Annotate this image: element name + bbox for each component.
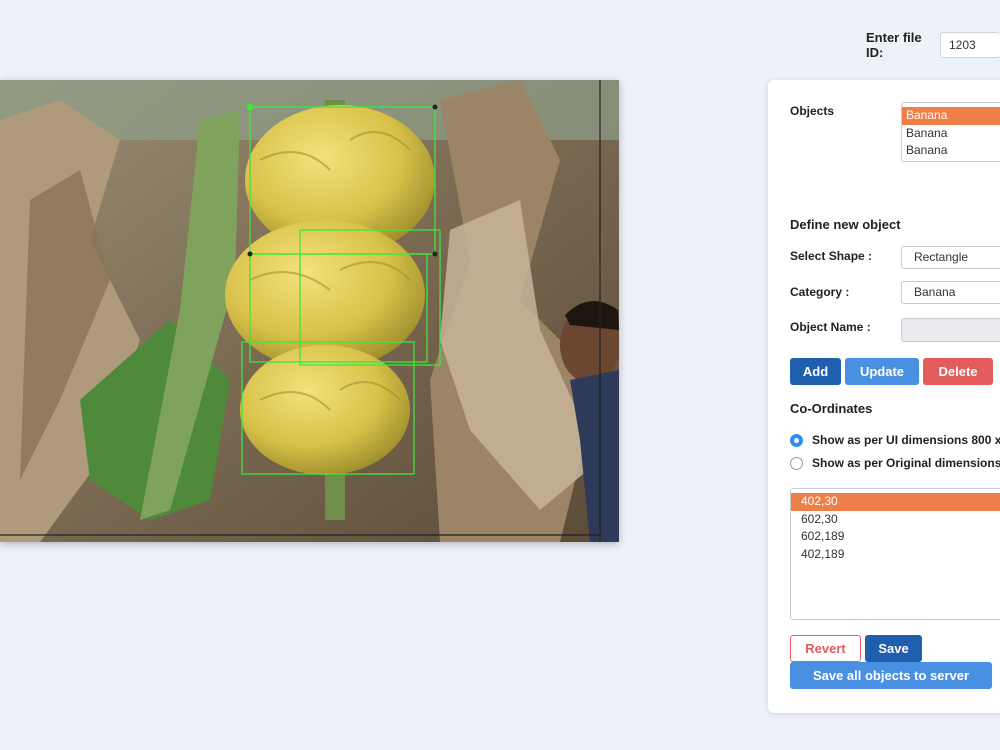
bbox-handle-tr xyxy=(432,104,438,110)
category-label: Category : xyxy=(790,285,850,299)
objects-list[interactable]: Banana Banana Banana xyxy=(901,102,1000,162)
object-name-input xyxy=(901,318,1000,342)
object-name-label: Object Name : xyxy=(790,320,871,334)
add-button[interactable]: Add xyxy=(790,358,841,385)
objects-label: Objects xyxy=(790,104,835,118)
coordinate-item[interactable]: 602,189 xyxy=(791,528,1000,546)
bbox-handle-br xyxy=(432,251,438,257)
radio-original-dimensions[interactable]: Show as per Original dimensions xyxy=(790,456,1000,470)
shape-select[interactable]: Rectangle xyxy=(901,246,1000,269)
delete-button[interactable]: Delete xyxy=(923,358,993,385)
radio-unchecked-icon[interactable] xyxy=(790,456,803,470)
radio-ui-dimensions[interactable]: Show as per UI dimensions 800 x xyxy=(790,433,1000,447)
define-object-heading: Define new object xyxy=(790,217,901,232)
bbox-handle-tl xyxy=(246,103,254,111)
image-scene xyxy=(0,80,619,542)
object-panel: Objects Banana Banana Banana Define new … xyxy=(768,80,1000,713)
save-all-button[interactable]: Save all objects to server xyxy=(790,662,992,689)
coordinate-item[interactable]: 402,30 xyxy=(791,493,1000,511)
shape-label: Select Shape : xyxy=(790,249,873,263)
update-button[interactable]: Update xyxy=(845,358,919,385)
object-list-item[interactable]: Banana xyxy=(902,125,1000,143)
radio-original-label: Show as per Original dimensions xyxy=(812,456,1000,470)
file-id-label: Enter file ID: xyxy=(866,30,922,60)
coordinates-heading: Co-Ordinates xyxy=(790,401,873,416)
save-button[interactable]: Save xyxy=(865,635,922,662)
object-list-item[interactable]: Banana xyxy=(902,142,1000,160)
radio-checked-icon[interactable] xyxy=(790,433,803,447)
radio-ui-label: Show as per UI dimensions 800 x xyxy=(812,433,1000,447)
category-select[interactable]: Banana xyxy=(901,281,1000,304)
coordinate-item[interactable]: 602,30 xyxy=(791,511,1000,529)
annotation-canvas[interactable] xyxy=(0,80,619,542)
file-id-group: Enter file ID: xyxy=(866,30,1000,60)
coordinate-item[interactable]: 402,189 xyxy=(791,546,1000,564)
object-list-item[interactable]: Banana xyxy=(902,107,1000,125)
revert-button[interactable]: Revert xyxy=(790,635,861,662)
coordinates-list[interactable]: 402,30 602,30 602,189 402,189 xyxy=(790,488,1000,620)
bbox-handle-bl xyxy=(247,251,253,257)
file-id-input[interactable] xyxy=(940,32,1000,58)
